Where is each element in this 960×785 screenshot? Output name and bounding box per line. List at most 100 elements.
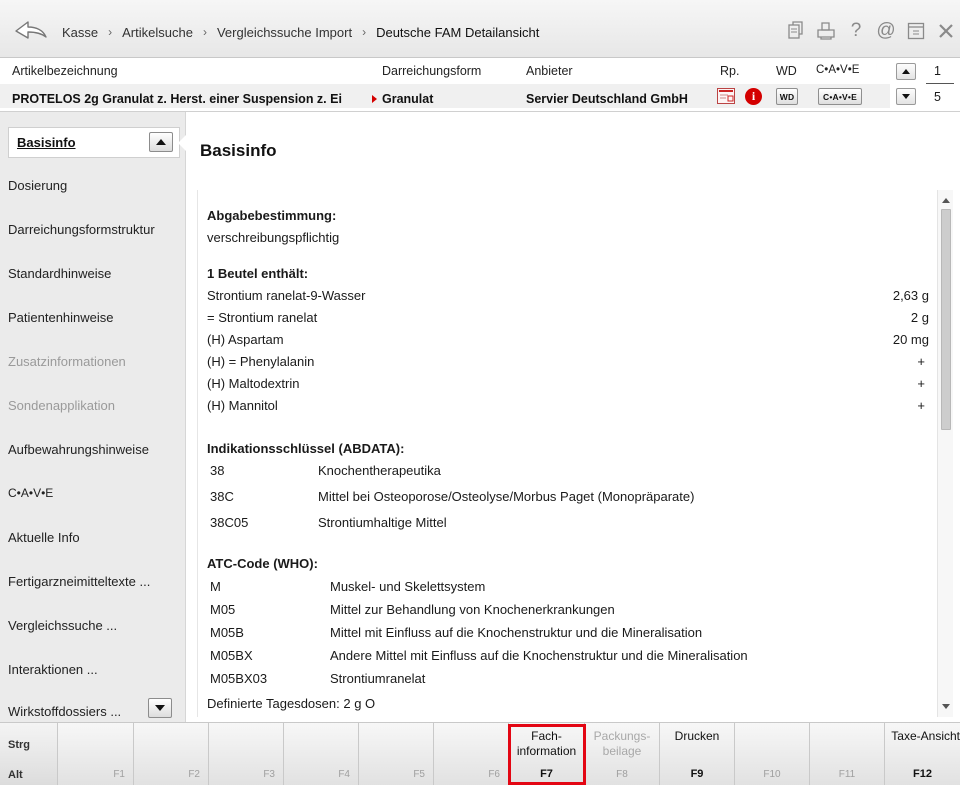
breadcrumb-item-vergleichssuche[interactable]: Vergleichssuche Import bbox=[217, 25, 352, 40]
sidebar-item-interaktionen[interactable]: Interaktionen ... bbox=[0, 647, 186, 691]
indikation-code: 38C bbox=[210, 489, 234, 504]
atc-text: Muskel- und Skelettsystem bbox=[330, 579, 486, 594]
modifier-keys: Strg Alt bbox=[0, 723, 58, 785]
ingredient-name: (H) = Phenylalanin bbox=[207, 354, 315, 369]
sidebar-item-fertigarzneimitteltexte[interactable]: Fertigarzneimitteltexte ... bbox=[0, 559, 186, 603]
page-divider bbox=[926, 83, 954, 84]
prev-page-button[interactable] bbox=[896, 63, 916, 80]
window-icon[interactable] bbox=[902, 17, 930, 45]
key-label: F2 bbox=[188, 769, 200, 780]
next-page-button[interactable] bbox=[896, 88, 916, 105]
breadcrumb-item-kasse[interactable]: Kasse bbox=[62, 25, 98, 40]
sidebar-item-aufbewahrungshinweise[interactable]: Aufbewahrungshinweise bbox=[0, 427, 186, 471]
indikation-text: Knochentherapeutika bbox=[318, 463, 441, 478]
title-toolbar: ? @ bbox=[780, 16, 960, 46]
key-label: F11 bbox=[838, 769, 856, 780]
sidebar-item-darreichungsformstruktur[interactable]: Darreichungsformstruktur bbox=[0, 207, 186, 251]
sidebar-item-patientenhinweise[interactable]: Patientenhinweise bbox=[0, 295, 186, 339]
col-rp-label: Rp. bbox=[720, 64, 740, 78]
ingredient-name: (H) Mannitol bbox=[207, 398, 278, 413]
breadcrumb-item-artikelsuche[interactable]: Artikelsuche bbox=[122, 25, 193, 40]
sidebar-item-zusatzinformationen: Zusatzinformationen bbox=[0, 339, 186, 383]
ingredient-amount: 2,63 g bbox=[892, 288, 929, 303]
sidebar-item-vergleichssuche[interactable]: Vergleichssuche ... bbox=[0, 603, 186, 647]
strg-label: Strg bbox=[8, 739, 30, 751]
indikation-heading: Indikationsschlüssel (ABDATA): bbox=[207, 441, 405, 456]
sidebar-nav: Basisinfo Dosierung Darreichungsformstru… bbox=[0, 112, 187, 722]
atc-code: M bbox=[210, 579, 221, 594]
atc-text: Mittel zur Behandlung von Knochenerkrank… bbox=[330, 602, 615, 617]
detail-content: Abgabebestimmung: verschreibungspflichti… bbox=[197, 190, 953, 717]
key-label: F3 bbox=[263, 769, 275, 780]
active-pointer bbox=[178, 134, 187, 152]
f1-button: F1 bbox=[58, 723, 134, 785]
scrollbar-thumb[interactable] bbox=[941, 209, 951, 430]
sidebar-item-label: Aufbewahrungshinweise bbox=[8, 441, 149, 457]
title-bar: Kasse › Artikelsuche › Vergleichssuche I… bbox=[0, 0, 960, 58]
scroll-down-arrow-icon[interactable] bbox=[942, 704, 950, 709]
function-key-bar: Strg Alt F1 F2 F3 F4 F5 F6 Fach-informat… bbox=[0, 722, 960, 785]
key-caption: Packungs-beilage bbox=[585, 729, 659, 759]
atc-code: M05BX bbox=[210, 648, 253, 663]
sidebar-item-label: Wirkstoffdossiers ... bbox=[8, 703, 122, 719]
content-scrollbar[interactable] bbox=[937, 190, 953, 717]
col-supplier-label: Anbieter bbox=[526, 64, 573, 78]
back-button[interactable] bbox=[14, 18, 48, 42]
sidebar-item-label: Standardhinweise bbox=[8, 265, 112, 281]
sidebar-item-label: Dosierung bbox=[8, 177, 68, 193]
col-article-label: Artikelbezeichnung bbox=[12, 64, 118, 78]
sidebar-item-label: Darreichungsformstruktur bbox=[8, 221, 155, 237]
atc-heading: ATC-Code (WHO): bbox=[207, 556, 318, 571]
col-cave-label: C•A•V•E bbox=[816, 64, 860, 76]
taxe-ansicht-button[interactable]: Taxe-Ansicht F12 bbox=[885, 723, 960, 785]
scroll-down-button[interactable] bbox=[148, 698, 172, 718]
wd-badge[interactable]: WD bbox=[776, 88, 798, 105]
ingredient-amount: + bbox=[917, 354, 925, 369]
atc-code: M05BX03 bbox=[210, 671, 268, 686]
atc-code: M05B bbox=[210, 625, 244, 640]
ingredient-amount: 2 g bbox=[910, 310, 929, 325]
key-label: F9 bbox=[690, 768, 704, 780]
sidebar-item-label: Vergleichssuche ... bbox=[8, 617, 118, 633]
chevron-right-icon: › bbox=[108, 25, 113, 39]
cave-badge[interactable]: C•A•V•E bbox=[818, 88, 862, 105]
sidebar-item-standardhinweise[interactable]: Standardhinweise bbox=[0, 251, 186, 295]
drucken-button[interactable]: Drucken F9 bbox=[660, 723, 735, 785]
scroll-up-button[interactable] bbox=[149, 132, 173, 152]
key-label: F5 bbox=[413, 769, 425, 780]
triangle-up-icon bbox=[902, 69, 910, 74]
indikation-code: 38C05 bbox=[210, 515, 249, 530]
breadcrumb-item-current: Deutsche FAM Detailansicht bbox=[376, 24, 540, 40]
triangle-down-icon bbox=[902, 94, 910, 99]
key-caption: Taxe-Ansicht bbox=[891, 729, 960, 743]
key-caption-line: information bbox=[516, 744, 577, 758]
atc-code: M05 bbox=[210, 602, 236, 617]
sidebar-item-cave[interactable]: C•A•V•E bbox=[0, 471, 186, 515]
key-label: F10 bbox=[763, 769, 781, 780]
prescription-icon[interactable] bbox=[717, 88, 735, 104]
fachinformation-button[interactable]: Fach-information F7 bbox=[509, 723, 585, 785]
sidebar-item-label: Sondenapplikation bbox=[8, 397, 115, 413]
f4-button: F4 bbox=[284, 723, 359, 785]
triangle-down-icon bbox=[155, 705, 165, 711]
supplier-name: Servier Deutschland GmbH bbox=[526, 92, 688, 106]
at-icon[interactable]: @ bbox=[872, 17, 900, 45]
dosage-form: Granulat bbox=[382, 92, 434, 106]
col-wd-label: WD bbox=[776, 64, 797, 78]
abgabe-heading: Abgabebestimmung: bbox=[207, 208, 337, 223]
scroll-up-arrow-icon[interactable] bbox=[942, 198, 950, 203]
article-header: Artikelbezeichnung Darreichungsform Anbi… bbox=[0, 58, 960, 112]
info-icon[interactable]: i bbox=[745, 88, 762, 105]
print-icon[interactable] bbox=[812, 17, 840, 45]
key-caption: Fach-information bbox=[509, 729, 584, 759]
document-copy-icon[interactable] bbox=[782, 17, 810, 45]
sidebar-item-dosierung[interactable]: Dosierung bbox=[0, 163, 186, 207]
packungsbeilage-button: Packungs-beilage F8 bbox=[585, 723, 660, 785]
key-caption-line: Fach- bbox=[531, 729, 562, 743]
sidebar-item-aktuelle-info[interactable]: Aktuelle Info bbox=[0, 515, 186, 559]
article-name: PROTELOS 2g Granulat z. Herst. einer Sus… bbox=[12, 92, 342, 106]
sidebar-item-basisinfo[interactable]: Basisinfo bbox=[8, 127, 180, 158]
f10-button: F10 bbox=[735, 723, 810, 785]
help-icon[interactable]: ? bbox=[842, 17, 870, 45]
close-icon[interactable] bbox=[932, 17, 960, 45]
